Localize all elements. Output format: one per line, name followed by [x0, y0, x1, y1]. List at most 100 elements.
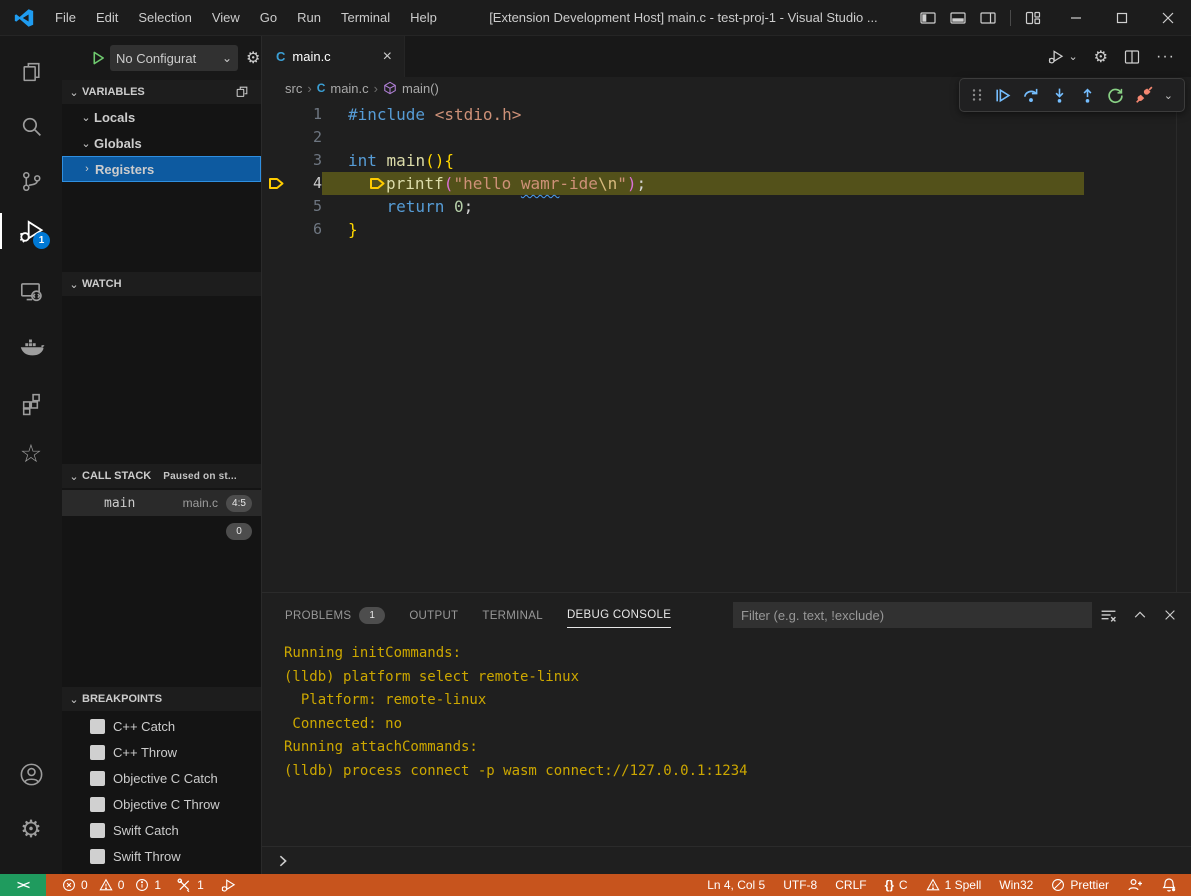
checkbox[interactable]: [90, 797, 105, 812]
code-line[interactable]: 2: [262, 126, 1177, 149]
close-tab-icon[interactable]: ×: [381, 47, 394, 67]
checkbox[interactable]: [90, 719, 105, 734]
line-number[interactable]: 1: [290, 103, 322, 126]
variables-scope-registers[interactable]: › Registers: [62, 156, 261, 182]
start-debug-icon[interactable]: [91, 50, 106, 66]
checkbox[interactable]: [90, 771, 105, 786]
breakpoint-swift-throw[interactable]: Swift Throw: [62, 843, 261, 869]
line-number[interactable]: 5: [290, 195, 322, 218]
extensions-icon[interactable]: [0, 377, 62, 429]
accounts-icon[interactable]: [0, 748, 62, 800]
stack-frame-row[interactable]: main main.c 4:5: [62, 490, 261, 516]
close-panel-icon[interactable]: [1163, 608, 1177, 622]
customize-layout-icon[interactable]: [1025, 10, 1041, 26]
problems-status[interactable]: 0 0 1: [62, 878, 161, 892]
line-number[interactable]: 4: [290, 172, 322, 195]
menu-go[interactable]: Go: [250, 0, 287, 36]
search-icon[interactable]: [0, 100, 62, 152]
formatter-status[interactable]: Prettier: [1051, 878, 1109, 892]
launch-config-dropdown[interactable]: No Configurat ⌄: [110, 45, 238, 71]
cursor-position-status[interactable]: Ln 4, Col 5: [707, 878, 765, 892]
tab-terminal[interactable]: TERMINAL: [482, 604, 543, 628]
line-number[interactable]: 6: [290, 218, 322, 241]
docker-icon[interactable]: [0, 321, 62, 373]
remote-indicator[interactable]: ><: [0, 874, 46, 896]
editor-settings-gear-icon[interactable]: ⚙: [1094, 47, 1108, 67]
explorer-icon[interactable]: [0, 45, 62, 97]
eol-status[interactable]: CRLF: [835, 878, 866, 892]
toggle-panel-icon[interactable]: [950, 10, 966, 26]
split-editor-icon[interactable]: [1124, 49, 1140, 65]
menu-edit[interactable]: Edit: [86, 0, 128, 36]
remote-explorer-icon[interactable]: [0, 266, 62, 318]
tab-output[interactable]: OUTPUT: [409, 604, 458, 628]
encoding-status[interactable]: UTF-8: [783, 878, 817, 892]
close-window-button[interactable]: [1145, 0, 1191, 36]
language-status[interactable]: {} C: [885, 878, 908, 892]
breadcrumb-folder[interactable]: src: [285, 81, 302, 96]
tab-main-c[interactable]: C main.c ×: [262, 36, 405, 77]
code-line[interactable]: 4printf("hello wamr-ide\n");: [262, 172, 1177, 195]
copy-icon[interactable]: [235, 85, 249, 99]
variables-scope-locals[interactable]: ⌄ Locals: [62, 104, 261, 130]
more-actions-icon[interactable]: ···: [1156, 48, 1175, 66]
toggle-secondary-sidebar-icon[interactable]: [980, 10, 996, 26]
minimize-button[interactable]: [1053, 0, 1099, 36]
line-number[interactable]: 3: [290, 149, 322, 172]
wamr-ide-star-icon[interactable]: ☆: [0, 428, 62, 480]
step-into-icon[interactable]: [1051, 87, 1068, 104]
menu-terminal[interactable]: Terminal: [331, 0, 400, 36]
spell-checker-status[interactable]: 1 Spell: [926, 878, 982, 892]
glyph-margin[interactable]: [262, 149, 290, 172]
execution-pointer-icon[interactable]: [262, 172, 290, 195]
variables-section-header[interactable]: ⌄ VARIABLES: [62, 80, 261, 104]
checkbox[interactable]: [90, 823, 105, 838]
checkbox[interactable]: [90, 745, 105, 760]
toggle-sidebar-icon[interactable]: [920, 10, 936, 26]
console-filter-input[interactable]: [733, 602, 1092, 628]
debug-configure-gear-icon[interactable]: ⚙: [246, 48, 260, 68]
step-out-icon[interactable]: [1079, 87, 1096, 104]
source-control-icon[interactable]: [0, 155, 62, 207]
glyph-margin[interactable]: [262, 103, 290, 126]
disconnect-icon[interactable]: [1135, 86, 1153, 104]
settings-gear-icon[interactable]: ⚙: [0, 804, 62, 856]
glyph-margin[interactable]: [262, 218, 290, 241]
breakpoint-cpp-catch[interactable]: C++ Catch: [62, 713, 261, 739]
platform-status[interactable]: Win32: [999, 878, 1033, 892]
tab-problems[interactable]: PROBLEMS 1: [285, 601, 385, 630]
maximize-panel-icon[interactable]: [1133, 608, 1147, 622]
breakpoint-objc-throw[interactable]: Objective C Throw: [62, 791, 261, 817]
run-or-debug-icon[interactable]: ⌄: [1047, 48, 1077, 66]
code-line[interactable]: 6}: [262, 218, 1177, 241]
line-number[interactable]: 2: [290, 126, 322, 149]
code-line[interactable]: 3int main(){: [262, 149, 1177, 172]
breakpoint-swift-catch[interactable]: Swift Catch: [62, 817, 261, 843]
code-editor[interactable]: 1#include <stdio.h>23int main(){4printf(…: [262, 99, 1191, 592]
breadcrumb-file[interactable]: main.c: [330, 81, 368, 96]
menu-run[interactable]: Run: [287, 0, 331, 36]
debug-status[interactable]: [220, 877, 237, 894]
menu-view[interactable]: View: [202, 0, 250, 36]
watch-section-header[interactable]: ⌄ WATCH: [62, 272, 261, 296]
glyph-margin[interactable]: [262, 126, 290, 149]
continue-icon[interactable]: [994, 87, 1011, 104]
breakpoint-cpp-throw[interactable]: C++ Throw: [62, 739, 261, 765]
tools-status[interactable]: 1: [177, 878, 204, 893]
glyph-margin[interactable]: [262, 195, 290, 218]
menu-selection[interactable]: Selection: [128, 0, 201, 36]
breadcrumb-symbol[interactable]: main(): [402, 81, 439, 96]
run-and-debug-icon[interactable]: 1: [0, 205, 62, 257]
toolbar-drag-handle[interactable]: [971, 88, 983, 102]
notifications-bell-icon[interactable]: [1161, 877, 1177, 893]
variables-scope-globals[interactable]: ⌄ Globals: [62, 130, 261, 156]
clear-console-icon[interactable]: [1100, 607, 1117, 624]
thread-row[interactable]: 0: [62, 518, 261, 544]
chevron-down-icon[interactable]: ⌄: [1164, 89, 1173, 102]
checkbox[interactable]: [90, 849, 105, 864]
feedback-icon[interactable]: [1127, 877, 1143, 893]
console-input-row[interactable]: [262, 846, 1191, 874]
maximize-button[interactable]: [1099, 0, 1145, 36]
menu-help[interactable]: Help: [400, 0, 447, 36]
code-line[interactable]: 5 return 0;: [262, 195, 1177, 218]
